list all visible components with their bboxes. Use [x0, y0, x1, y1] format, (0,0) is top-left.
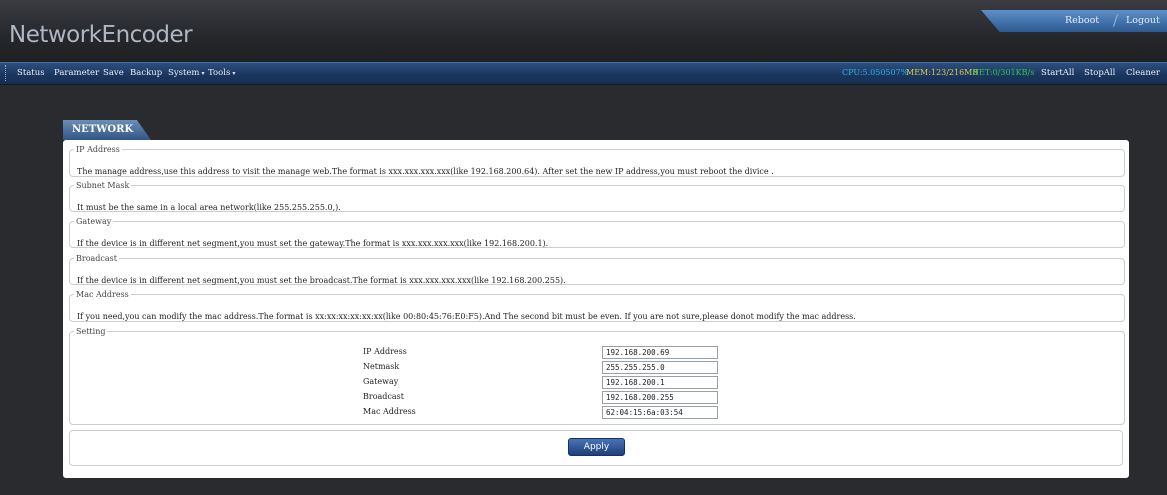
section-title: Broadcast — [76, 254, 117, 263]
section-broadcast: Broadcast If the device is in different … — [69, 254, 1125, 285]
netmask-label: Netmask — [363, 362, 400, 371]
mac-address-label: Mac Address — [363, 407, 416, 416]
cpu-usage: CPU:5.050507% — [842, 68, 909, 77]
apply-button[interactable]: Apply — [568, 438, 625, 456]
netmask-input[interactable] — [602, 361, 718, 374]
network-panel: IP Address The manage address,use this a… — [63, 140, 1129, 478]
ip-address-input[interactable] — [602, 346, 718, 359]
section-description: The manage address,use this address to v… — [77, 167, 774, 176]
section-title: Mac Address — [76, 290, 129, 299]
section-title: IP Address — [76, 145, 120, 154]
section-description: It must be the same in a local area netw… — [77, 203, 341, 212]
menu-status[interactable]: Status — [17, 68, 45, 78]
section-ip-address: IP Address The manage address,use this a… — [69, 145, 1125, 177]
app-logo: NetworkEncoder — [9, 22, 193, 48]
menu-parameter[interactable]: Parameter — [54, 68, 99, 78]
ip-address-label: IP Address — [363, 347, 407, 356]
section-description: If the device is in different net segmen… — [77, 239, 549, 248]
section-description: If the device is in different net segmen… — [77, 276, 566, 285]
menu-system[interactable]: System ▾ — [168, 68, 205, 78]
menu-tools[interactable]: Tools ▾ — [208, 68, 235, 78]
gateway-input[interactable] — [602, 376, 718, 389]
menu-grip — [5, 65, 8, 81]
chevron-down-icon: ▾ — [201, 70, 205, 77]
section-gateway: Gateway If the device is in different ne… — [69, 217, 1125, 248]
top-link-bar: Reboot Logout — [981, 10, 1167, 32]
cleaner-button[interactable]: Cleaner — [1126, 68, 1160, 78]
broadcast-label: Broadcast — [363, 392, 404, 401]
setting-form: Setting IP Address Netmask Gateway Broad… — [69, 327, 1125, 425]
main-menu-bar: Status Parameter Save Backup System ▾ Too… — [0, 62, 1167, 85]
setting-title: Setting — [76, 327, 106, 336]
chevron-down-icon: ▾ — [232, 70, 236, 77]
top-link-divider — [1113, 14, 1118, 27]
top-header: NetworkEncoder Reboot Logout — [0, 0, 1167, 63]
mac-address-input[interactable] — [602, 406, 718, 419]
section-description: If you need,you can modify the mac addre… — [77, 312, 856, 321]
menu-backup[interactable]: Backup — [130, 68, 162, 78]
stop-all-button[interactable]: StopAll — [1084, 68, 1115, 78]
section-title: Subnet Mask — [76, 181, 130, 190]
logout-link[interactable]: Logout — [1126, 15, 1160, 26]
menu-save[interactable]: Save — [103, 68, 124, 78]
tab-network-label: NETWORK — [72, 124, 134, 135]
menu-system-label: System — [168, 68, 200, 78]
reboot-link[interactable]: Reboot — [1065, 15, 1099, 26]
broadcast-input[interactable] — [602, 391, 718, 404]
net-usage: NET:0/301KB/s — [972, 68, 1035, 77]
gateway-label: Gateway — [363, 377, 399, 386]
section-subnet-mask: Subnet Mask It must be the same in a loc… — [69, 181, 1125, 212]
section-title: Gateway — [76, 217, 112, 226]
section-mac-address: Mac Address If you need,you can modify t… — [69, 290, 1125, 322]
tab-network[interactable]: NETWORK — [63, 120, 151, 140]
menu-tools-label: Tools — [208, 68, 231, 78]
mem-usage: MEM:123/216MB — [906, 68, 979, 77]
start-all-button[interactable]: StartAll — [1041, 68, 1074, 78]
